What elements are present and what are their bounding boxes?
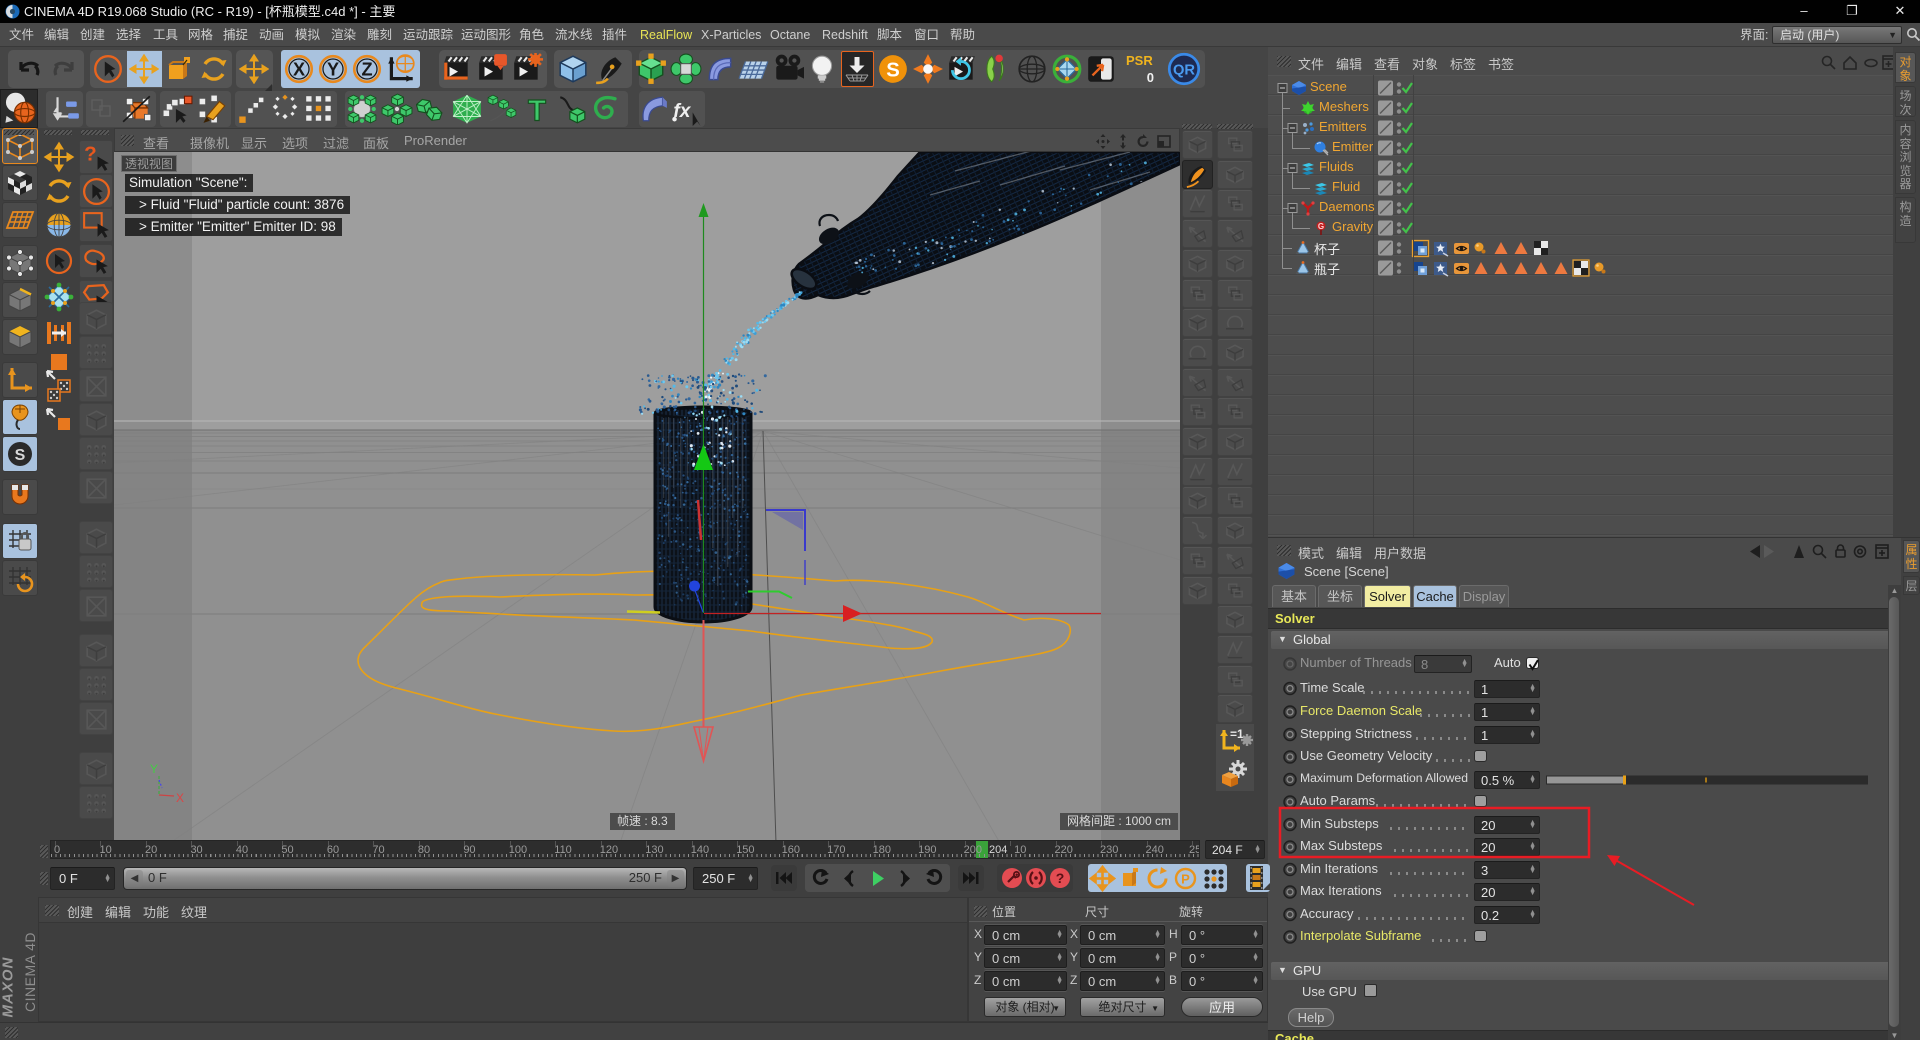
svg-text:X: X <box>176 791 184 805</box>
svg-text:P: P <box>1181 872 1190 887</box>
svg-text:S: S <box>886 59 900 81</box>
svg-text:Z: Z <box>361 59 372 79</box>
svg-text:Y: Y <box>327 59 339 79</box>
svg-text:X: X <box>293 59 305 79</box>
svg-text:?: ? <box>84 143 97 166</box>
svg-text:?: ? <box>1056 870 1065 886</box>
svg-text:S: S <box>15 447 26 464</box>
svg-text:QR: QR <box>1173 63 1195 79</box>
svg-text:G: G <box>1318 222 1324 231</box>
svg-text:T: T <box>528 94 546 126</box>
svg-text:Y: Y <box>150 762 158 776</box>
